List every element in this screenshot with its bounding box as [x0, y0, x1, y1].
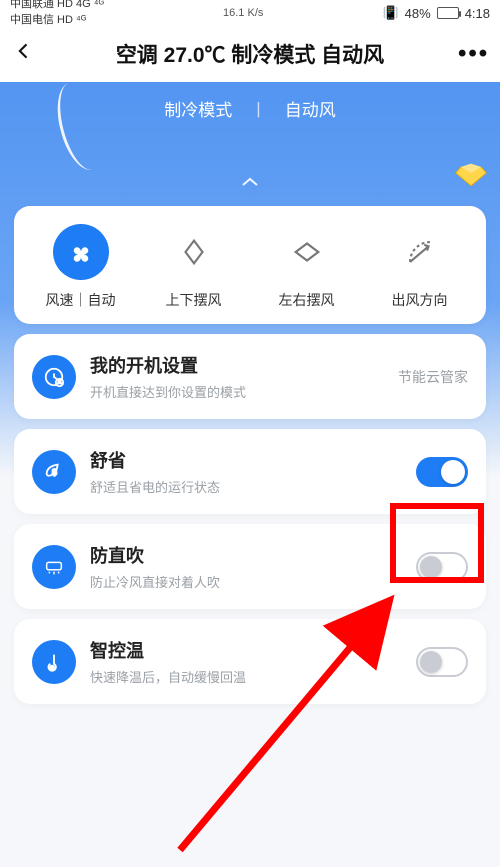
carrier-2: 中国电信 HD ⁴ᴳ [10, 15, 86, 27]
setting-title: 舒省 [90, 447, 402, 473]
back-button[interactable] [14, 40, 42, 68]
control-direction[interactable]: 出风方向 [365, 224, 473, 310]
carrier-1: 中国联通 HD 4G ⁴ᴳ [10, 0, 104, 11]
setting-startup[interactable]: 我的开机设置 开机直接达到你设置的模式 节能云管家 [14, 334, 486, 419]
thermometer-icon [32, 640, 76, 684]
smart-temp-toggle[interactable] [416, 647, 468, 677]
setting-sub: 快速降温后，自动缓慢回温 [90, 667, 402, 686]
annotation-arrow [150, 570, 440, 860]
tab-mode[interactable]: 制冷模式 [164, 96, 232, 121]
clock: 4:18 [465, 6, 490, 21]
svg-text:$: $ [52, 467, 57, 476]
swing-ud-icon [166, 224, 222, 280]
page-title: 空调 27.0℃ 制冷模式 自动风 [42, 39, 458, 69]
net-speed: 16.1 K/s [223, 7, 263, 19]
setting-sub: 开机直接达到你设置的模式 [90, 382, 384, 401]
app-header: 空调 27.0℃ 制冷模式 自动风 ••• [0, 26, 500, 82]
controls-card: 风速｜自动 上下摆风 左右摆风 出风方向 [14, 206, 486, 324]
setting-sub: 防止冷风直接对着人吹 [90, 572, 402, 591]
vibrate-icon: 📳 [382, 5, 398, 21]
tab-wind[interactable]: 自动风 [285, 96, 336, 121]
battery-icon [437, 7, 459, 19]
gem-icon[interactable] [454, 160, 488, 186]
setting-title: 我的开机设置 [90, 352, 384, 378]
setting-sub: 舒适且省电的运行状态 [90, 477, 402, 496]
control-swing-lr[interactable]: 左右摆风 [252, 224, 360, 310]
setting-trailing: 节能云管家 [398, 367, 468, 387]
control-fan-speed[interactable]: 风速｜自动 [26, 224, 134, 310]
more-button[interactable]: ••• [458, 40, 486, 68]
setting-title: 防直吹 [90, 542, 402, 568]
battery-pct: 48% [405, 6, 431, 21]
setting-anti-direct[interactable]: 防直吹 防止冷风直接对着人吹 [14, 524, 486, 609]
control-label: 出风方向 [365, 290, 473, 310]
setting-title: 智控温 [90, 637, 402, 663]
control-label: 左右摆风 [252, 290, 360, 310]
direction-icon [392, 224, 448, 280]
control-label: 风速｜自动 [26, 290, 134, 310]
setting-smart-temp[interactable]: 智控温 快速降温后，自动缓慢回温 [14, 619, 486, 704]
status-bar: 中国联通 HD 4G ⁴ᴳ 中国电信 HD ⁴ᴳ 16.1 K/s 📳 48% … [0, 0, 500, 26]
swing-lr-icon [279, 224, 335, 280]
clock-user-icon [32, 355, 76, 399]
tab-divider: | [256, 99, 260, 119]
fan-icon [53, 224, 109, 280]
eco-toggle[interactable] [416, 457, 468, 487]
control-label: 上下摆风 [139, 290, 247, 310]
anti-direct-toggle[interactable] [416, 552, 468, 582]
setting-eco[interactable]: $ 舒省 舒适且省电的运行状态 [14, 429, 486, 514]
control-swing-ud[interactable]: 上下摆风 [139, 224, 247, 310]
ac-unit-icon [32, 545, 76, 589]
leaf-money-icon: $ [32, 450, 76, 494]
